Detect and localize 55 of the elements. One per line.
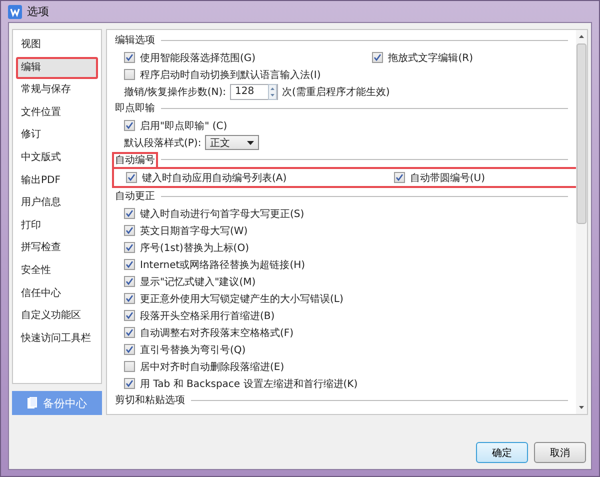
- checkbox[interactable]: 更正意外使用大写锁定键产生的大小写错误(L): [124, 292, 344, 306]
- cancel-button[interactable]: 取消: [534, 442, 586, 463]
- app-logo-icon: [8, 4, 22, 18]
- sidebar-item[interactable]: 用户信息: [16, 192, 98, 215]
- checkbox[interactable]: 程序启动时自动切换到默认语言输入法(I): [124, 68, 321, 82]
- sidebar-item[interactable]: 输出PDF: [16, 170, 98, 192]
- sidebar-item[interactable]: 打印: [16, 214, 98, 238]
- sidebar-item[interactable]: 修订: [16, 124, 98, 147]
- scrollbar-drawing[interactable]: [576, 30, 587, 414]
- ok-button[interactable]: 确定: [476, 442, 528, 463]
- window-title: 选项: [27, 4, 49, 19]
- checkbox[interactable]: 拖放式文字编辑(R): [372, 50, 473, 64]
- sidebar-item[interactable]: 安全性: [16, 260, 98, 283]
- checkmark-icon: [125, 121, 134, 130]
- field-label: 撤销/恢复操作步数(N):: [124, 86, 226, 98]
- section-title: 自动编号: [112, 152, 158, 167]
- sidebar-item[interactable]: 拼写检查: [16, 237, 98, 260]
- hint-text: 次(需重启程序才能生效): [282, 86, 390, 98]
- sidebar-item[interactable]: 编辑: [16, 56, 98, 80]
- sidebar-item[interactable]: 视图: [16, 34, 98, 57]
- section-title: 自动更正: [114, 190, 156, 204]
- checkmark-icon: [373, 53, 382, 62]
- number-field[interactable]: 128: [230, 84, 278, 100]
- sidebar-item[interactable]: 中文版式: [16, 146, 98, 170]
- spin-arrows-icon[interactable]: [268, 84, 278, 100]
- section-title: 即点即输: [114, 102, 156, 116]
- checkbox[interactable]: 段落开头空格采用行首缩进(B): [124, 308, 275, 322]
- checkbox[interactable]: 居中对齐时自动删除段落缩进(E): [124, 360, 284, 374]
- checkbox[interactable]: 键入时自动进行句首字母大写更正(S): [124, 206, 304, 220]
- checkbox[interactable]: 键入时自动应用自动编号列表(A): [126, 170, 287, 184]
- section-title: 剪切和粘贴选项: [114, 394, 186, 408]
- sidebar-item[interactable]: 自定义功能区: [16, 305, 98, 328]
- checkbox[interactable]: 显示"记忆式键入"建议(M): [124, 274, 256, 288]
- checkmark-icon: [125, 53, 134, 62]
- checkbox[interactable]: 启用"即点即输" (C): [124, 118, 228, 132]
- sidebar-item[interactable]: 常规与保存: [16, 79, 98, 102]
- sidebar-item[interactable]: 快速访问工具栏: [16, 328, 98, 350]
- checkmark-icon: [127, 173, 136, 182]
- style-dropdown[interactable]: 正文: [205, 135, 260, 150]
- checkbox[interactable]: 用 Tab 和 Backspace 设置左缩进和首行缩进(K): [124, 376, 358, 390]
- checkbox[interactable]: Internet或网络路径替换为超链接(H): [124, 258, 306, 272]
- field-label: 默认段落样式(P):: [124, 136, 202, 150]
- checkbox[interactable]: 使用智能段落选择范围(G): [124, 50, 256, 64]
- checkbox[interactable]: 序号(1st)替换为上标(O): [124, 240, 249, 254]
- checkmark-icon: [125, 379, 134, 388]
- caret-icon: [247, 140, 254, 144]
- sidebar-item[interactable]: 信任中心: [16, 282, 98, 306]
- sidebar-item[interactable]: 文件位置: [16, 102, 98, 124]
- checkbox[interactable]: 自动带圆编号(U): [394, 170, 485, 184]
- checkbox[interactable]: 英文日期首字母大写(W): [124, 224, 248, 238]
- document-icon: [27, 397, 37, 409]
- checkbox[interactable]: 自动调整右对齐段落末空格格式(F): [124, 326, 294, 340]
- checkmark-icon: [394, 173, 404, 182]
- section-title: 编辑选项: [114, 34, 156, 48]
- checkbox[interactable]: 直引号替换为弯引号(Q): [124, 342, 246, 356]
